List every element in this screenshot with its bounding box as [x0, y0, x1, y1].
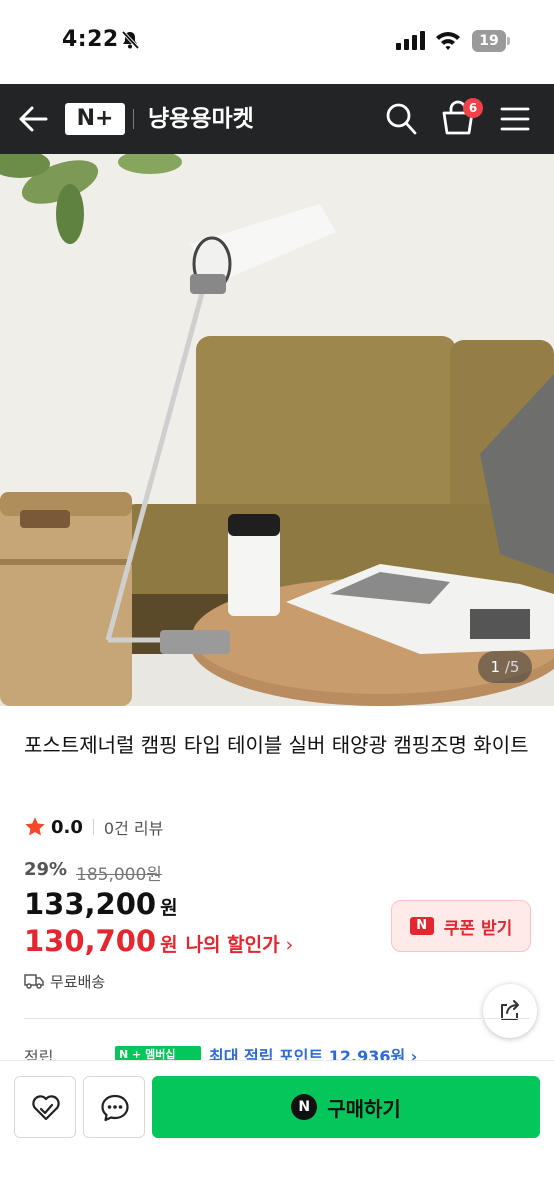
cart-count-badge: 6	[463, 98, 483, 118]
section-divider	[24, 1018, 530, 1019]
product-image[interactable]	[0, 154, 554, 706]
chevron-right-icon[interactable]: ›	[286, 934, 294, 956]
menu-icon[interactable]	[500, 106, 530, 132]
battery-indicator: 19	[472, 30, 506, 52]
sale-price: 133,200	[24, 887, 157, 921]
coupon-button[interactable]: N 쿠폰 받기	[391, 900, 531, 952]
top-nav-bar: N+ 냥용용마켓 6	[0, 84, 554, 154]
discount-rate: 29%	[24, 859, 68, 880]
naver-coupon-icon: N	[409, 917, 434, 935]
original-price: 185,000원	[76, 865, 162, 885]
star-icon	[25, 817, 45, 836]
battery-tip	[507, 37, 510, 45]
shipping-label: 무료배송	[50, 972, 106, 991]
naver-plus-logo[interactable]: N+	[65, 103, 125, 135]
naver-pay-icon: N	[291, 1094, 318, 1120]
shipping-info: 무료배송	[24, 969, 105, 993]
my-discount-price-unit: 원	[160, 934, 178, 956]
buy-button[interactable]: N 구매하기	[152, 1076, 540, 1138]
my-discount-label[interactable]: 나의 할인가	[186, 930, 280, 957]
product-title: 포스트제너럴 캠핑 타입 테이블 실버 태양광 캠핑조명 화이트	[24, 733, 529, 757]
header-divider	[133, 109, 134, 129]
sale-price-row: 133,200 원	[24, 887, 178, 923]
chat-icon	[101, 1094, 129, 1122]
rating-score: 0.0	[51, 816, 83, 838]
coupon-button-label: 쿠폰 받기	[443, 918, 513, 939]
my-discount-price-row[interactable]: 130,700 원 나의 할인가 ›	[24, 924, 293, 960]
talk-button[interactable]	[83, 1076, 145, 1138]
back-arrow-icon[interactable]	[18, 105, 48, 133]
product-photo	[0, 154, 554, 706]
wishlist-button[interactable]	[14, 1076, 76, 1138]
signal-icon	[396, 31, 425, 50]
share-button[interactable]	[483, 984, 537, 1038]
sale-price-unit: 원	[160, 897, 178, 919]
bottom-action-bar: N 구매하기	[0, 1060, 554, 1200]
image-current: 1	[490, 658, 501, 676]
status-bar: 4:22 19	[0, 0, 554, 84]
image-total: /5	[504, 658, 520, 676]
truck-icon	[24, 974, 44, 989]
store-name[interactable]: 냥용용마켓	[148, 103, 254, 135]
buy-button-label: 구매하기	[327, 1096, 401, 1121]
image-counter: 1 /5	[478, 651, 532, 683]
wifi-icon	[436, 32, 460, 50]
my-discount-price: 130,700	[24, 924, 157, 958]
heart-icon	[32, 1095, 60, 1121]
search-icon[interactable]	[385, 102, 417, 136]
status-time: 4:22	[62, 27, 119, 52]
rating-divider	[92, 819, 94, 835]
rating-row[interactable]: 0.0 0건 리뷰	[24, 815, 163, 839]
review-count[interactable]: 0건 리뷰	[104, 815, 163, 839]
bell-slash-icon	[121, 30, 140, 50]
